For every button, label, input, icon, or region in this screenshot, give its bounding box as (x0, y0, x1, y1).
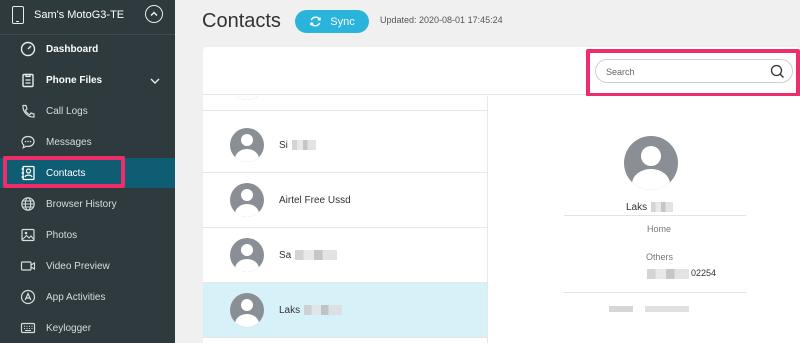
contact-name: Laks (279, 304, 343, 316)
image-icon (20, 227, 36, 243)
device-header[interactable]: Sam's MotoG3-TE (0, 0, 175, 30)
contact-row[interactable]: Si (203, 118, 487, 173)
sidebar-item-label: Call Logs (46, 105, 88, 117)
contact-row[interactable] (203, 96, 487, 111)
redacted-text (291, 139, 316, 150)
redacted-text (304, 304, 343, 315)
sidebar-item-photos[interactable]: Photos (0, 220, 175, 250)
smartphone-icon (12, 6, 24, 24)
sidebar-item-video-preview[interactable]: Video Preview (0, 251, 175, 281)
sidebar-item-label: Browser History (46, 198, 117, 210)
sidebar-item-label: Phone Files (46, 74, 103, 86)
redacted-text (651, 202, 674, 213)
faded-text (609, 306, 689, 312)
avatar (230, 183, 264, 217)
chat-bubble-icon (20, 134, 36, 150)
sidebar-item-messages[interactable]: Messages (0, 127, 175, 157)
contact-row[interactable]: Sa (203, 228, 487, 283)
clipboard-icon (20, 72, 36, 88)
sidebar-item-label: Video Preview (46, 260, 110, 272)
home-label: Home (647, 224, 672, 234)
keyboard-icon (20, 320, 36, 336)
sidebar-item-label: Keylogger (46, 322, 92, 334)
sidebar-item-browser-history[interactable]: Browser History (0, 189, 175, 219)
device-name: Sam's MotoG3-TE (34, 9, 125, 21)
search-field[interactable] (595, 59, 793, 83)
phone-icon (20, 103, 36, 119)
redacted-text (647, 268, 689, 279)
sync-button[interactable]: Sync (295, 10, 369, 33)
redacted-text (295, 249, 338, 260)
sidebar-item-label: Photos (46, 229, 78, 241)
sidebar-item-label: Dashboard (46, 43, 99, 55)
others-label: Others (646, 252, 674, 262)
search-icon[interactable] (770, 64, 785, 79)
sync-button-label: Sync (330, 15, 355, 28)
video-camera-icon (20, 258, 36, 274)
contact-row[interactable]: Airtel Free Ussd (203, 173, 487, 228)
contact-row[interactable]: Laks (203, 283, 487, 338)
avatar (230, 96, 264, 100)
contact-list[interactable]: Si Airtel Free Ussd Sa Laks (203, 96, 488, 343)
gauge-icon (20, 41, 36, 57)
avatar (230, 293, 264, 327)
divider (564, 292, 746, 293)
detail-name: Laks (626, 202, 674, 213)
sidebar-item-phone-files[interactable]: Phone Files (0, 65, 175, 95)
phone-number: 02254 (647, 268, 716, 279)
contact-card-icon (20, 165, 36, 181)
divider (564, 215, 746, 216)
sidebar-item-dashboard[interactable]: Dashboard (0, 34, 175, 64)
search-input[interactable] (606, 64, 766, 80)
chevron-down-icon (150, 78, 160, 84)
sidebar-item-call-logs[interactable]: Call Logs (0, 96, 175, 126)
globe-icon (20, 196, 36, 212)
avatar (230, 238, 264, 272)
sidebar-item-label: App Activities (46, 291, 106, 303)
sync-icon (310, 16, 322, 27)
sidebar-item-app-activities[interactable]: App Activities (0, 282, 175, 312)
page-title: Contacts (202, 10, 281, 32)
collapse-button[interactable] (145, 5, 163, 23)
sidebar: Sam's MotoG3-TE Dashboard Phone Files Ca… (0, 0, 175, 343)
sidebar-item-contacts[interactable]: Contacts (0, 158, 175, 188)
avatar (230, 128, 264, 162)
sidebar-item-label: Messages (46, 136, 92, 148)
contact-name: Si (279, 140, 316, 151)
chevron-up-icon (150, 11, 158, 17)
last-updated-text: Updated: 2020-08-01 17:45:24 (380, 15, 503, 25)
sidebar-item-label: Contacts (46, 167, 86, 179)
contact-name: Sa (279, 249, 338, 261)
sidebar-item-keylogger[interactable]: Keylogger (0, 313, 175, 343)
contact-detail: Laks Home Others 02254 (489, 96, 800, 343)
avatar (624, 136, 678, 190)
contact-name: Airtel Free Ussd (279, 194, 351, 206)
app-store-icon (20, 289, 36, 305)
